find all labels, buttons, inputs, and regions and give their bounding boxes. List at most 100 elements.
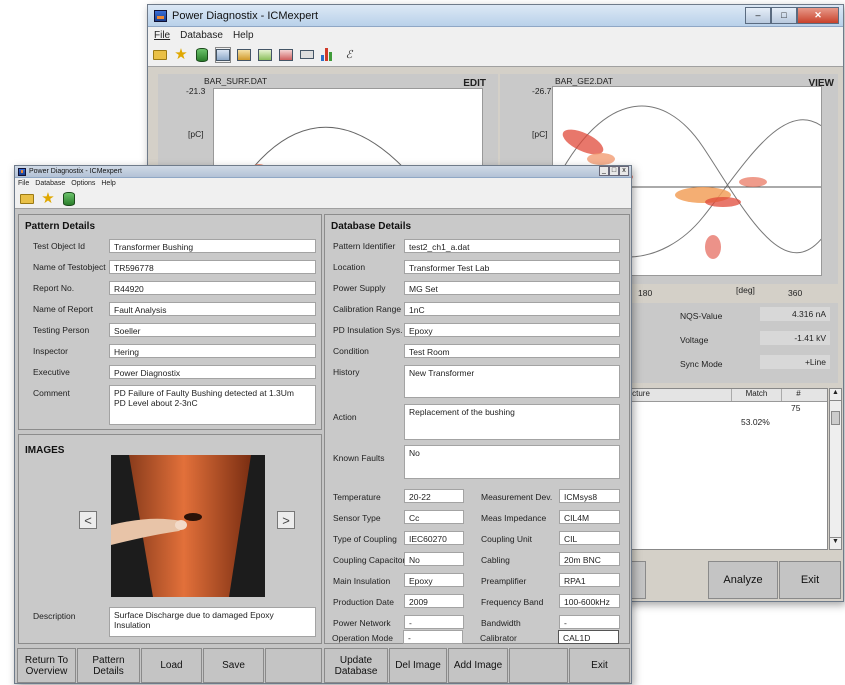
grid-right-label-5: Frequency Band [481, 597, 544, 607]
save-button[interactable]: Save [203, 648, 264, 683]
report-no-field[interactable]: R44920 [109, 281, 316, 295]
del-image-button[interactable]: Del Image [389, 648, 447, 683]
testing-person-field[interactable]: Soeller [109, 323, 316, 337]
blank-button-1[interactable] [265, 648, 322, 683]
voltage-value: -1.41 kV [760, 331, 830, 345]
power-supply-field[interactable]: MG Set [404, 281, 620, 295]
description-field[interactable]: Surface Discharge due to damaged Epoxy I… [109, 607, 316, 637]
table-scrollbar[interactable]: ▲ ▼ [829, 388, 842, 550]
comment-label: Comment [33, 388, 70, 398]
front-window-controls: _ □ x [599, 166, 629, 176]
front-database-icon[interactable] [61, 191, 77, 207]
chart-icon[interactable] [320, 47, 336, 63]
pattern-icon-2[interactable] [236, 47, 252, 63]
power-network-field[interactable]: - [404, 615, 464, 629]
front-menu-database[interactable]: Database [35, 180, 65, 187]
frequency-band-field[interactable]: 100-600kHz [559, 594, 620, 608]
front-menu-help[interactable]: Help [101, 180, 115, 187]
pattern-details-heading: Pattern Details [25, 221, 96, 232]
front-minimize-button[interactable]: _ [599, 166, 609, 176]
pattern-icon-3[interactable] [257, 47, 273, 63]
meas-impedance-field[interactable]: CIL4M [559, 510, 620, 524]
front-exit-button[interactable]: Exit [569, 648, 630, 683]
match-table[interactable]: ructure Match # 53.02% 75 [622, 388, 828, 550]
maximize-button[interactable]: □ [771, 7, 797, 24]
col-count[interactable]: # [781, 389, 815, 401]
return-overview-button[interactable]: Return To Overview [17, 648, 76, 683]
temperature-field[interactable]: 20-22 [404, 489, 464, 503]
signature-icon[interactable]: ℰ [341, 47, 357, 63]
col-structure[interactable]: ructure [623, 389, 731, 401]
location-field[interactable]: Transformer Test Lab [404, 260, 620, 274]
testobject-name-field[interactable]: TR596778 [109, 260, 316, 274]
bushing-photo[interactable] [111, 455, 265, 597]
front-app-icon [18, 167, 26, 176]
grid-left-label-1: Sensor Type [333, 513, 381, 523]
pattern-icon-1[interactable] [215, 46, 231, 63]
operation-mode-field[interactable]: - [403, 630, 463, 644]
inspector-field[interactable]: Hering [109, 344, 316, 358]
prev-image-button[interactable]: < [79, 511, 97, 529]
measurement-dev-field[interactable]: ICMsys8 [559, 489, 620, 503]
left-plot-unit: [pC] [188, 129, 204, 139]
next-image-button[interactable]: > [277, 511, 295, 529]
condition-field[interactable]: Test Room [404, 344, 620, 358]
load-button[interactable]: Load [141, 648, 202, 683]
front-titlebar[interactable]: Power Diagnostix - ICMexpert _ □ x [15, 166, 631, 178]
scroll-up-icon[interactable]: ▲ [830, 389, 841, 401]
production-date-field[interactable]: 2009 [404, 594, 464, 608]
menu-database[interactable]: Database [180, 30, 223, 41]
scroll-down-icon[interactable]: ▼ [830, 537, 841, 549]
front-close-button[interactable]: x [619, 166, 629, 176]
pattern-icon-4[interactable] [278, 47, 294, 63]
back-exit-button[interactable]: Exit [779, 561, 841, 599]
menu-file[interactable]: File [154, 30, 170, 41]
main-insulation-field[interactable]: Epoxy [404, 573, 464, 587]
x-tick-deg: [deg] [736, 285, 755, 295]
add-image-button[interactable]: Add Image [448, 648, 508, 683]
grid-left-label-7: Operation Mode [332, 633, 393, 643]
nqs-label: NQS-Value [680, 311, 723, 321]
pattern-identifier-field[interactable]: test2_ch1_a.dat [404, 239, 620, 253]
left-plot-ymax: -21.3 [186, 86, 206, 96]
calibrator-field[interactable]: CAL1D [558, 630, 619, 644]
comment-field[interactable]: PD Failure of Faulty Bushing detected at… [109, 385, 316, 425]
bandwidth-field[interactable]: - [559, 615, 620, 629]
insulation-sys-field[interactable]: Epoxy [404, 323, 620, 337]
cabling-field[interactable]: 20m BNC [559, 552, 620, 566]
coupling-type-field[interactable]: IEC60270 [404, 531, 464, 545]
sync-value: +Line [760, 355, 830, 369]
front-menu-options[interactable]: Options [71, 180, 95, 187]
analyze-button[interactable]: Analyze [708, 561, 778, 599]
test-object-id-field[interactable]: Transformer Bushing [109, 239, 316, 253]
col-match[interactable]: Match [731, 389, 781, 401]
pattern-details-button[interactable]: Pattern Details [77, 648, 140, 683]
open-folder-icon[interactable] [152, 47, 168, 63]
database-icon[interactable] [194, 47, 210, 63]
menu-help[interactable]: Help [233, 30, 254, 41]
action-field[interactable]: Replacement of the bushing [404, 404, 620, 440]
front-maximize-button[interactable]: □ [609, 166, 619, 176]
front-open-folder-icon[interactable] [19, 191, 35, 207]
executive-field[interactable]: Power Diagnostix [109, 365, 316, 379]
sensor-type-field[interactable]: Cc [404, 510, 464, 524]
report-name-field[interactable]: Fault Analysis [109, 302, 316, 316]
blank-button-2[interactable] [509, 648, 568, 683]
history-field[interactable]: New Transformer [404, 365, 620, 398]
scroll-thumb[interactable] [831, 411, 840, 425]
front-menu-file[interactable]: File [18, 180, 29, 187]
print-icon[interactable] [299, 47, 315, 63]
minimize-button[interactable]: – [745, 7, 771, 24]
front-toolbar: ★ [15, 189, 631, 209]
close-button[interactable]: ✕ [797, 7, 839, 24]
star-icon[interactable]: ★ [173, 47, 189, 63]
calibration-range-field[interactable]: 1nC [404, 302, 620, 316]
known-faults-field[interactable]: No [404, 445, 620, 479]
coupling-capacitor-field[interactable]: No [404, 552, 464, 566]
back-titlebar[interactable]: Power Diagnostix - ICMexpert – □ ✕ [148, 5, 843, 27]
update-database-button[interactable]: Update Database [324, 648, 388, 683]
left-plot-file: BAR_SURF.DAT [204, 76, 268, 86]
coupling-unit-field[interactable]: CIL [559, 531, 620, 545]
preamplifier-field[interactable]: RPA1 [559, 573, 620, 587]
front-star-icon[interactable]: ★ [40, 191, 56, 207]
